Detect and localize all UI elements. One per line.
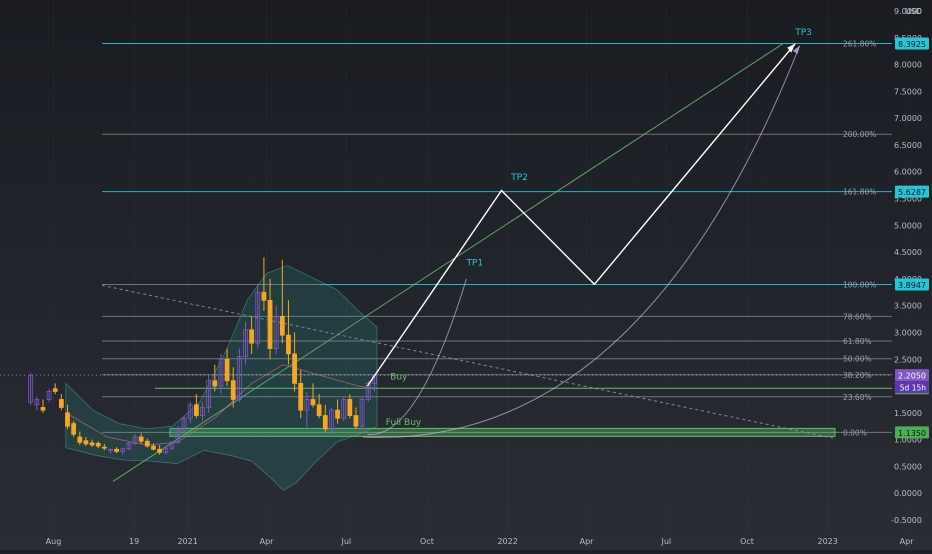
y-tick-label: 7.5000: [894, 87, 922, 96]
fib-label: 200.00%: [843, 130, 876, 139]
price-tag-text: 3.8947: [898, 281, 926, 290]
candle-body: [114, 448, 120, 452]
candle-body: [249, 329, 255, 344]
candle-body: [267, 299, 273, 349]
fib-label: 161.80%: [843, 188, 876, 197]
projection-path: [366, 43, 796, 387]
annotation-label: TP1: [465, 259, 483, 269]
fib-label: 38.20%: [843, 371, 872, 380]
curve-arrow-tp1: [367, 278, 467, 435]
x-tick-label: Jul: [661, 537, 672, 546]
x-tick-label: Apr: [900, 537, 915, 546]
price-tag-text: 5.6287: [898, 188, 926, 197]
y-tick-label: 4.5000: [894, 248, 922, 257]
y-tick-label: 0.0000: [894, 489, 922, 498]
candle-body: [212, 380, 218, 387]
candle-body: [101, 446, 107, 449]
x-tick-label: Oct: [740, 537, 754, 546]
y-tick-label: 8.0000: [894, 61, 922, 70]
chart-stage: 0.00% 23.60% 38.20% 50.00% 61.80% 78.60% 100.0…: [0, 0, 932, 550]
candle-body: [193, 404, 199, 416]
x-tick-label: Apr: [260, 537, 275, 546]
annotation-label: Buy: [390, 373, 408, 383]
candle-body: [261, 291, 267, 301]
y-tick-label: 6.0000: [894, 168, 922, 177]
x-tick-label: Apr: [580, 537, 595, 546]
x-tick-label: 2022: [497, 537, 517, 546]
fib-label: 78.60%: [843, 312, 872, 321]
candle-body: [279, 315, 285, 336]
candle-body: [298, 382, 304, 411]
y-tick-label: 3.5000: [894, 302, 922, 311]
price-tag-text: 2.2050: [898, 372, 926, 381]
fib-label: 261.80%: [843, 40, 876, 49]
candle-body: [322, 415, 328, 430]
candle-body: [77, 436, 83, 443]
x-tick-label: 2023: [817, 537, 837, 546]
annotation-label: TP3: [794, 28, 812, 38]
x-tick-label: Oct: [420, 537, 434, 546]
candle-body: [71, 423, 77, 435]
projection: [362, 43, 801, 438]
candle-body: [65, 412, 70, 427]
candle-body: [224, 358, 230, 382]
annotation-label: TP2: [510, 173, 528, 183]
candle-body: [83, 440, 89, 445]
candle-body: [286, 334, 291, 355]
y-tick-label: 6.5000: [894, 141, 922, 150]
x-tick-label: 19: [129, 537, 139, 546]
candle-body: [144, 440, 150, 447]
candle-body: [310, 399, 316, 406]
candle-body: [347, 399, 353, 416]
fib-label: 23.60%: [843, 393, 872, 402]
annotations: TP3 TP2 TP1 Buy Full Buy: [386, 28, 812, 428]
candle-body: [95, 442, 101, 447]
fib-label: 0.00%: [843, 428, 867, 437]
y-tick-label: 5.0000: [894, 221, 922, 230]
x-tick-label: 2021: [177, 537, 197, 546]
candle-body: [89, 442, 95, 446]
y-tick-label: 7.0000: [894, 114, 922, 123]
y-tick-label: -0.5000: [891, 516, 922, 525]
candle-body: [335, 409, 340, 419]
candle-body: [157, 448, 162, 453]
fib-label: 100.00%: [843, 281, 876, 290]
fib-label: 61.80%: [843, 337, 872, 346]
candle-body: [292, 353, 297, 384]
y-tick-label: 0.5000: [894, 462, 922, 471]
candle-body: [52, 388, 58, 392]
countdown-text: 5d 15h: [900, 384, 926, 393]
y-tick-label: 1.5000: [894, 409, 922, 418]
x-tick-label: Jul: [340, 537, 351, 546]
candle-body: [40, 407, 46, 411]
candle-body: [151, 445, 156, 450]
y-tick-label: 2.5000: [894, 355, 922, 364]
price-chart[interactable]: 0.00% 23.60% 38.20% 50.00% 61.80% 78.60% 100.0…: [0, 0, 932, 550]
y-tick-label: 9.0000: [894, 7, 922, 16]
candle-body: [58, 399, 64, 408]
candle-body: [230, 380, 236, 400]
y-tick-label: 3.0000: [894, 328, 922, 337]
price-tag-text: 1.1350: [898, 429, 926, 438]
candle-body: [138, 436, 144, 442]
candle-body: [316, 404, 322, 416]
price-tag-text: 8.3925: [898, 40, 926, 49]
fib-label: 50.00%: [843, 355, 872, 364]
x-axis: Aug 19 2021 Apr Jul Oct 2022 Apr Jul Oct 2023 Apr: [46, 537, 915, 546]
price-tags: 8.39255.62873.89472.20502.01651.13505d 1…: [895, 37, 929, 439]
annotation-label: Full Buy: [386, 418, 422, 428]
x-tick-label: Aug: [46, 537, 62, 546]
candle-body: [353, 415, 359, 427]
